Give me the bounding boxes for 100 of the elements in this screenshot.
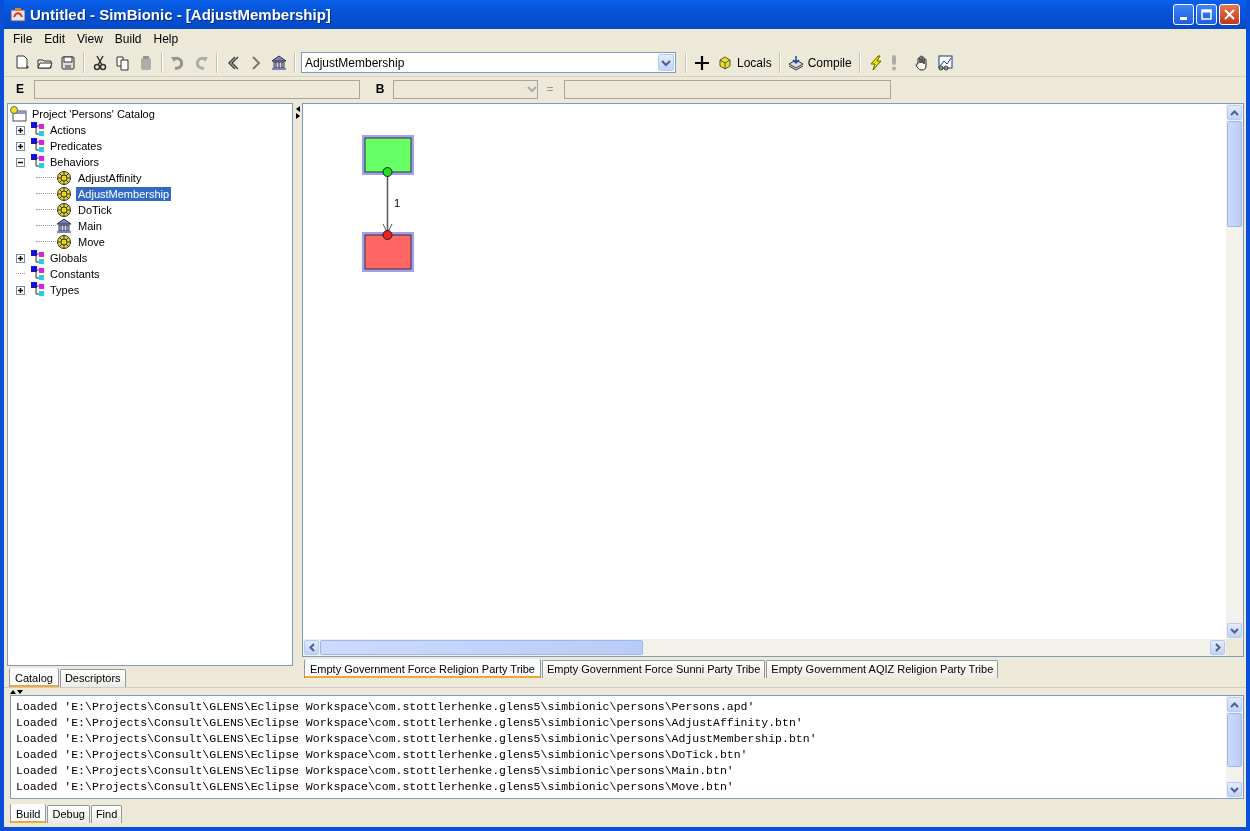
tree-item[interactable]: AdjustMembership [76,187,172,201]
scrollbar-corner [1226,639,1243,656]
expression-field[interactable] [34,79,360,99]
gear-icon [56,202,73,218]
scroll-up-button[interactable] [1227,105,1242,120]
hierarchy-icon [28,250,45,266]
gear-icon [56,234,73,250]
connector-label: 1 [394,197,401,209]
chevron-up-icon [1230,701,1239,708]
hierarchy-icon [28,282,45,298]
expand-toggle[interactable] [16,285,25,295]
expand-toggle[interactable] [16,253,25,263]
chevron-left-icon [225,54,241,71]
tab[interactable]: Build [10,804,47,823]
scroll-down-button[interactable] [1227,782,1242,797]
window-title: Untitled - SimBionic - [AdjustMembership] [30,6,332,23]
tree-item[interactable]: Project 'Persons' Catalog [30,107,157,121]
expand-toggle[interactable] [16,141,25,151]
tree-item[interactable]: AdjustAffinity [76,171,144,185]
chevron-up-icon [1230,109,1239,116]
hierarchy-icon [28,138,45,154]
scrollbar-thumb[interactable] [320,640,643,655]
new-file-icon [14,54,30,71]
redo-arrow-icon [193,54,209,71]
scrollbar-thumb[interactable] [1227,121,1242,227]
tree-item[interactable]: Predicates [48,139,104,153]
building-icon [271,54,287,71]
value-field[interactable] [564,79,891,99]
tab[interactable]: Find [90,805,123,823]
expand-toggle[interactable] [16,125,25,135]
tree-item[interactable]: Behaviors [48,155,101,169]
chevron-right-icon [1214,643,1221,652]
chevron-left-icon [308,643,315,652]
minimize-icon [1180,17,1187,20]
tree-item[interactable]: Move [76,235,107,249]
log-line: Loaded 'E:\Projects\Consult\GLENS\Eclipse Workspace\com.stottlerhenke.glens5\simbionic\persons\Persons.apd' [16,699,756,715]
stack-icon [787,54,804,71]
close-icon [1224,9,1235,20]
log-line: Loaded 'E:\Projects\Consult\GLENS\Eclipse Workspace\com.stottlerhenke.glens5\simbionic\persons\DoTick.btn' [16,747,749,763]
chevron-down-icon [527,84,537,94]
collapse-toggle[interactable] [16,157,25,167]
equals-sign: = [545,82,555,96]
building-icon [56,218,73,234]
menu-item[interactable]: Build [108,32,148,46]
tree-item[interactable]: Globals [48,251,90,265]
initial-node[interactable] [362,135,414,175]
port-dot[interactable] [382,230,393,240]
tab[interactable]: Empty Government AQIZ Religion Party Tribe [766,660,999,678]
tab[interactable]: Empty Government Force Sunni Party Tribe [542,660,766,678]
scissors-icon [92,54,108,71]
tree-item[interactable]: Actions [48,123,89,137]
gear-icon [56,170,73,186]
log-line: Loaded 'E:\Projects\Consult\GLENS\Eclipse Workspace\com.stottlerhenke.glens5\simbionic\persons\Move.btn' [16,779,735,795]
maximize-button[interactable] [1196,4,1217,25]
scroll-up-button[interactable] [1227,697,1242,712]
minimize-button[interactable] [1173,4,1194,25]
close-button[interactable] [1219,4,1240,25]
port-dot[interactable] [382,167,393,177]
menu-item[interactable]: View [71,32,109,46]
scroll-down-button[interactable] [1227,623,1242,638]
hand-icon [913,54,930,71]
collapse-arrows-icon [294,105,301,119]
collapse-arrows-icon [9,688,23,695]
final-node[interactable] [362,232,414,272]
log-line: Loaded 'E:\Projects\Consult\GLENS\Eclipse Workspace\com.stottlerhenke.glens5\simbionic\persons\AdjustAffinity.btn' [16,715,804,731]
gear-icon [56,186,73,202]
tab[interactable]: Catalog [9,668,59,687]
tab[interactable]: Empty Government Force Religion Party Tribe [304,659,541,678]
cube-icon [717,54,733,71]
chevron-down-icon [661,57,671,68]
behavior-dropdown[interactable]: AdjustMembership [301,52,676,73]
tree-item[interactable]: Constants [48,267,102,281]
tab[interactable]: Descriptors [59,669,126,687]
tree-item[interactable]: Main [76,219,104,233]
lightning-icon [867,54,884,71]
chart-icon [936,54,953,71]
scroll-left-button[interactable] [304,640,319,655]
locals-button[interactable]: Locals [715,51,774,74]
hierarchy-icon [28,266,45,282]
undo-arrow-icon [170,54,186,71]
copy-icon [115,54,131,71]
tab[interactable]: Debug [47,805,90,823]
exclamation-icon [890,54,897,71]
tree-item[interactable]: DoTick [76,203,114,217]
maximize-icon [1201,9,1212,20]
menu-item[interactable]: Help [147,32,185,46]
clipboard-icon [138,54,154,71]
menu-item[interactable]: File [7,32,39,46]
menu-item[interactable]: Edit [38,32,72,46]
expression-label: E [15,82,25,96]
scroll-right-button[interactable] [1210,640,1225,655]
chevron-down-icon [1230,627,1239,634]
tree-item[interactable]: Types [48,283,82,297]
compile-button[interactable]: Compile [785,51,854,74]
plus-icon [694,54,710,71]
hierarchy-icon [28,154,45,170]
hierarchy-icon [28,122,45,138]
log-line: Loaded 'E:\Projects\Consult\GLENS\Eclipse Workspace\com.stottlerhenke.glens5\simbionic\persons\Main.btn' [16,763,735,779]
scrollbar-thumb[interactable] [1227,713,1242,767]
log-line: Loaded 'E:\Projects\Consult\GLENS\Eclipse Workspace\com.stottlerhenke.glens5\simbionic\persons\AdjustMembership.btn' [16,731,818,747]
